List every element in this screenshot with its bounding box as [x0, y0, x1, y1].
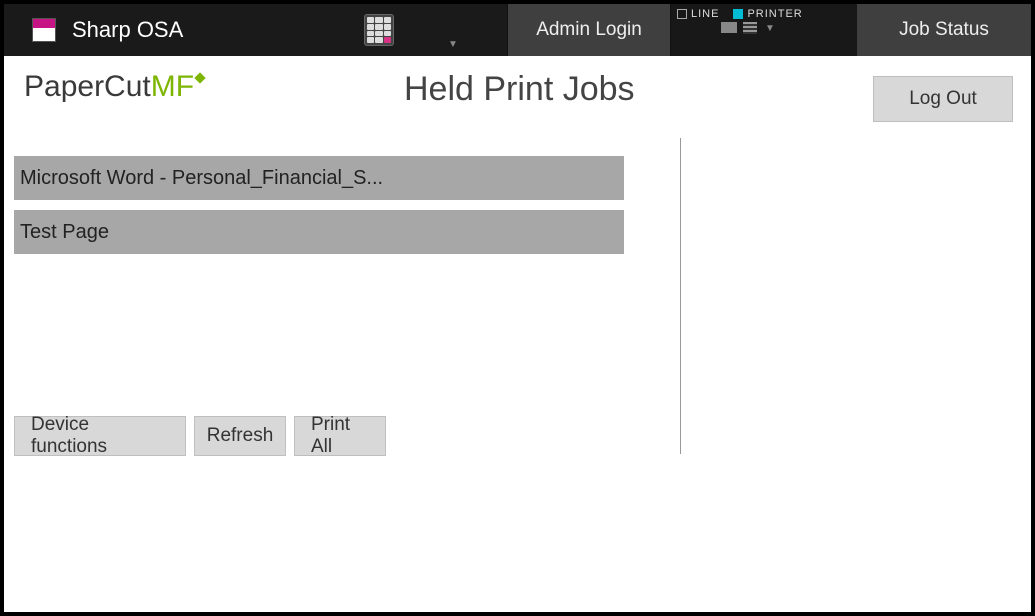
- print-all-button[interactable]: Print All: [294, 416, 386, 456]
- job-item[interactable]: Microsoft Word - Personal_Financial_S...: [14, 156, 624, 200]
- line-status: LINE: [677, 8, 719, 20]
- dropdown-toggle[interactable]: ▼: [399, 4, 507, 56]
- line-label: LINE: [691, 8, 719, 20]
- tray-icon: [721, 22, 737, 33]
- job-name: Test Page: [20, 221, 109, 244]
- brand-first: PaperCut: [24, 70, 151, 104]
- top-bar: Sharp OSA ▼ Admin Login LINE PRINT: [4, 4, 1031, 56]
- refresh-button[interactable]: Refresh: [194, 416, 286, 456]
- topbar-title: Sharp OSA: [72, 17, 183, 43]
- status-glyphs: ▼: [677, 22, 851, 34]
- papercut-logo: PaperCut MF: [24, 70, 204, 104]
- admin-login-label: Admin Login: [536, 19, 642, 41]
- device-functions-label: Device functions: [31, 414, 169, 458]
- action-bar: Device functions Refresh Print All: [14, 416, 386, 456]
- device-functions-button[interactable]: Device functions: [14, 416, 186, 456]
- job-status-label: Job Status: [899, 19, 989, 41]
- printer-status: PRINTER: [733, 8, 802, 20]
- leaf-icon: [194, 72, 205, 83]
- logout-label: Log Out: [909, 88, 977, 110]
- side-panel: Log Out: [681, 56, 1031, 612]
- printer-label: PRINTER: [747, 8, 802, 20]
- job-status-button[interactable]: Job Status: [857, 4, 1031, 56]
- keypad-button[interactable]: [359, 4, 399, 56]
- refresh-label: Refresh: [207, 425, 274, 447]
- print-all-label: Print All: [311, 414, 369, 458]
- chevron-down-icon: ▼: [765, 23, 775, 34]
- content-area: PaperCut MF Held Print Jobs Microsoft Wo…: [4, 56, 1031, 612]
- job-name: Microsoft Word - Personal_Financial_S...: [20, 167, 383, 190]
- app-window: Sharp OSA ▼ Admin Login LINE PRINT: [0, 0, 1035, 616]
- status-row: LINE PRINTER: [677, 8, 851, 20]
- printer-indicator-icon: [733, 9, 743, 19]
- admin-login-button[interactable]: Admin Login: [507, 4, 671, 56]
- page-title: Held Print Jobs: [404, 70, 635, 109]
- logout-button[interactable]: Log Out: [873, 76, 1013, 122]
- line-indicator-icon: [677, 9, 687, 19]
- status-panel[interactable]: LINE PRINTER ▼: [671, 4, 857, 56]
- keypad-icon: [364, 14, 394, 46]
- main-panel: PaperCut MF Held Print Jobs Microsoft Wo…: [4, 56, 680, 612]
- queue-icon: [743, 22, 757, 34]
- topbar-brand: Sharp OSA: [4, 4, 359, 56]
- osa-logo-icon: [32, 18, 56, 42]
- job-list: Microsoft Word - Personal_Financial_S...…: [14, 156, 670, 254]
- job-item[interactable]: Test Page: [14, 210, 624, 254]
- brand-second: MF: [151, 70, 194, 104]
